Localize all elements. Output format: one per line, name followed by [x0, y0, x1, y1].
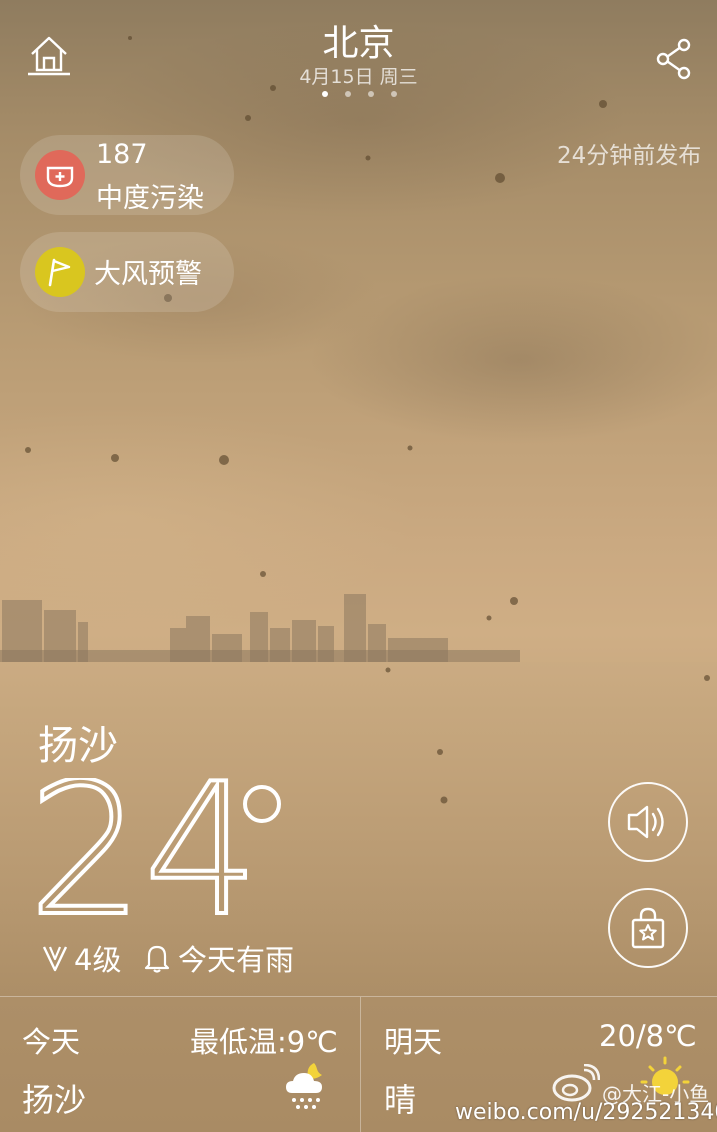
- current-condition: 扬沙: [38, 723, 118, 769]
- tomorrow-condition: 晴: [384, 1081, 417, 1119]
- city-name[interactable]: 北京: [0, 14, 717, 66]
- share-icon: [656, 38, 691, 80]
- voice-broadcast-button[interactable]: [608, 782, 688, 862]
- aqi-value: 187: [96, 139, 148, 170]
- warning-text: 大风预警: [94, 259, 202, 290]
- publish-time-label: 24分钟前发布: [557, 143, 702, 169]
- today-condition: 扬沙: [22, 1081, 87, 1119]
- warning-badge: [35, 247, 85, 297]
- wind-icon: [42, 946, 68, 972]
- today-label: 今天: [22, 1025, 81, 1059]
- rain-notice-text: 今天有雨: [178, 943, 295, 977]
- tomorrow-temp: 20/8℃: [599, 1019, 697, 1053]
- today-temp: 最低温:9℃: [190, 1025, 338, 1059]
- watermark-url: weibo.com/u/2925213405: [455, 1100, 717, 1125]
- wind-info: 4级: [42, 940, 122, 977]
- aqi-level: 中度污染: [96, 183, 204, 214]
- wind-warning-pill[interactable]: 大风预警: [20, 232, 234, 312]
- page-dot-4[interactable]: [391, 91, 397, 97]
- share-button[interactable]: [656, 38, 692, 80]
- temperature-value: 24: [28, 778, 260, 923]
- page-dot-1[interactable]: [322, 91, 328, 97]
- air-quality-pill[interactable]: 187 中度污染: [20, 135, 234, 215]
- shop-button[interactable]: [608, 888, 688, 968]
- wind-level: 4级: [74, 943, 122, 977]
- bell-icon: [144, 945, 170, 973]
- shopping-bag-star-icon: [631, 907, 665, 949]
- cloud-moon-snow-icon: [286, 1063, 322, 1109]
- page-dot-2[interactable]: [345, 91, 351, 97]
- tomorrow-label: 明天: [384, 1025, 443, 1059]
- forecast-divider: [360, 997, 361, 1132]
- page-indicator: [322, 91, 397, 97]
- weibo-logo-icon: [552, 1064, 600, 1102]
- mask-icon: [46, 166, 74, 188]
- aqi-badge: [35, 150, 85, 200]
- rain-notice: 今天有雨: [144, 940, 295, 977]
- date-label: 4月15日 周三: [299, 66, 418, 88]
- page-dot-3[interactable]: [368, 91, 374, 97]
- speaker-icon: [627, 805, 664, 839]
- flag-icon: [48, 258, 71, 287]
- temperature-display: 24: [28, 778, 281, 923]
